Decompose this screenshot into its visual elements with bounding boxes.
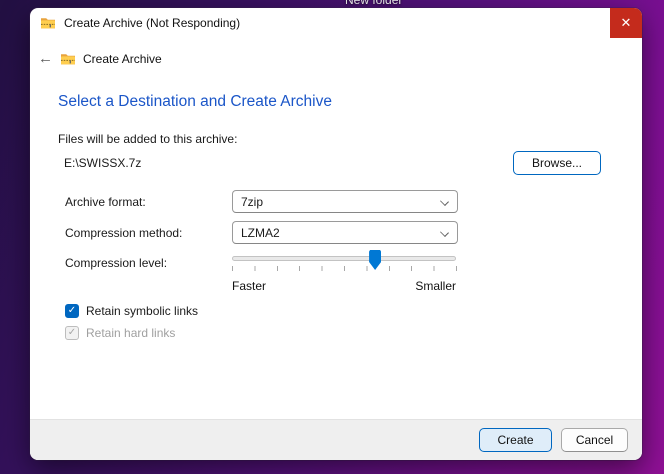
zipper-folder-icon [60, 51, 76, 67]
slider-range-labels: Faster Smaller [232, 279, 456, 293]
window-title: Create Archive (Not Responding) [64, 16, 240, 30]
titlebar[interactable]: Create Archive (Not Responding) ✕ [30, 8, 642, 38]
archive-path-value: E:\SWISSX.7z [64, 156, 141, 170]
archive-format-select[interactable]: 7zip [232, 190, 458, 213]
retain-hard-links-option: ✓ Retain hard links [65, 325, 175, 340]
compression-level-row: Compression level: Faster Smaller [65, 252, 458, 302]
browse-button[interactable]: Browse... [513, 151, 601, 175]
zipper-folder-icon [40, 15, 56, 31]
page-title: Select a Destination and Create Archive [58, 93, 332, 111]
chevron-down-icon [440, 197, 449, 206]
back-button[interactable]: ← [38, 50, 60, 67]
slider-tick-marks [232, 266, 457, 271]
create-button[interactable]: Create [479, 428, 552, 452]
archive-format-value: 7zip [241, 195, 263, 209]
compression-level-label: Compression level: [65, 252, 232, 275]
compression-method-value: LZMA2 [241, 226, 280, 240]
retain-symbolic-links-label: Retain symbolic links [86, 304, 198, 318]
compression-method-row: Compression method: LZMA2 [65, 221, 458, 244]
cancel-button[interactable]: Cancel [561, 428, 628, 452]
close-button[interactable]: ✕ [610, 8, 642, 38]
slider-max-label: Smaller [415, 279, 456, 293]
compression-method-select[interactable]: LZMA2 [232, 221, 458, 244]
slider-min-label: Faster [232, 279, 266, 293]
background-window-text: New folder [345, 0, 402, 7]
files-destination-label: Files will be added to this archive: [58, 132, 237, 146]
compression-method-label: Compression method: [65, 226, 232, 240]
nav-header: ← Create Archive [38, 50, 162, 67]
nav-title: Create Archive [83, 52, 162, 66]
checkbox-disabled-icon: ✓ [65, 326, 79, 340]
retain-hard-links-label: Retain hard links [86, 326, 175, 340]
compression-level-slider[interactable]: Faster Smaller [232, 252, 458, 302]
slider-track[interactable] [232, 256, 456, 261]
retain-symbolic-links-option[interactable]: ✓ Retain symbolic links [65, 303, 198, 318]
create-archive-dialog: Create Archive (Not Responding) ✕ ← Crea… [30, 8, 642, 460]
checkbox-checked-icon[interactable]: ✓ [65, 304, 79, 318]
dialog-footer: Create Cancel [30, 419, 642, 460]
archive-format-row: Archive format: 7zip [65, 190, 458, 213]
chevron-down-icon [440, 228, 449, 237]
desktop: { "desktop": { "background_text": "New f… [0, 0, 664, 474]
archive-format-label: Archive format: [65, 195, 232, 209]
